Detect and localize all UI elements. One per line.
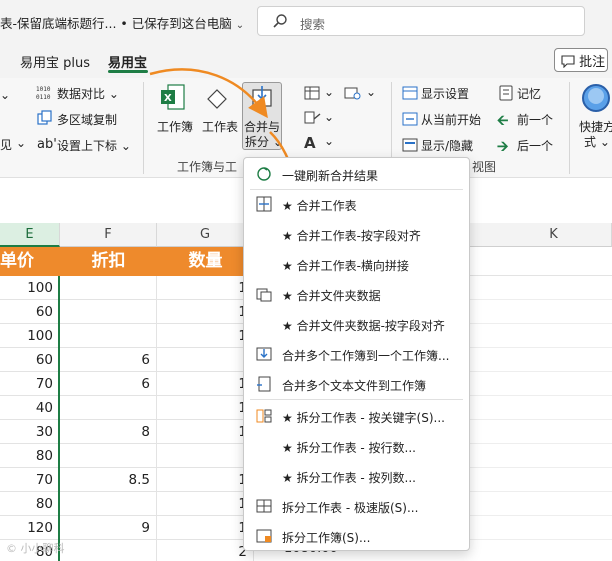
menu-item-label: ★ 拆分工作表 - 按列数... xyxy=(282,471,416,485)
merge-workbooks-icon xyxy=(256,347,272,361)
menu-item-label: ★ 合并工作表 xyxy=(282,199,357,213)
merge-sheet-icon xyxy=(256,196,272,212)
menu-item-label: ★ 拆分工作表 - 按关键字(S)... xyxy=(282,411,445,425)
menu-item-label: ★ 拆分工作表 - 按行数... xyxy=(282,441,416,455)
menu-item-label: 一键刷新合并结果 xyxy=(282,169,379,183)
menu-item-refresh[interactable]: 一键刷新合并结果 xyxy=(244,160,469,188)
menu-item-label: 拆分工作簿(S)... xyxy=(282,531,371,545)
menu-item-split-rows[interactable]: ★ 拆分工作表 - 按行数... xyxy=(244,432,469,460)
menu-item-merge-folder-field[interactable]: ★ 合并文件夹数据-按字段对齐 xyxy=(244,310,469,338)
menu-item-label: ★ 合并文件夹数据-按字段对齐 xyxy=(282,319,445,333)
menu-item-merge-sheet[interactable]: ★ 合并工作表 xyxy=(244,190,469,218)
menu-item-merge-workbooks[interactable]: 合并多个工作簿到一个工作簿... xyxy=(244,340,469,368)
merge-folder-icon xyxy=(256,288,272,302)
menu-item-merge-folder[interactable]: ★ 合并文件夹数据 xyxy=(244,280,469,308)
menu-item-split-keyword[interactable]: ★ 拆分工作表 - 按关键字(S)... xyxy=(244,402,469,430)
menu-item-merge-text[interactable]: 合并多个文本文件到工作簿 xyxy=(244,370,469,398)
menu-item-label: 合并多个工作簿到一个工作簿... xyxy=(282,349,450,363)
menu-item-label: ★ 合并工作表-按字段对齐 xyxy=(282,229,421,243)
menu-item-split-cols[interactable]: ★ 拆分工作表 - 按列数... xyxy=(244,462,469,490)
merge-text-icon xyxy=(257,376,271,392)
menu-item-label: ★ 合并工作表-横向拼接 xyxy=(282,259,409,273)
menu-item-label: 拆分工作表 - 极速版(S)... xyxy=(282,501,419,515)
menu-item-label: ★ 合并文件夹数据 xyxy=(282,289,381,303)
split-workbook-icon xyxy=(256,529,272,543)
menu-item-merge-sheet-field[interactable]: ★ 合并工作表-按字段对齐 xyxy=(244,220,469,248)
arrow-tab-to-button xyxy=(149,68,268,119)
menu-item-split-fast[interactable]: 拆分工作表 - 极速版(S)... xyxy=(244,492,469,520)
watermark: © 小小聊科 xyxy=(6,542,65,555)
refresh-icon xyxy=(257,167,271,181)
split-sheet-icon xyxy=(256,409,272,423)
menu-item-label: 合并多个文本文件到工作簿 xyxy=(282,379,427,393)
split-fast-icon xyxy=(256,499,272,513)
menu-divider xyxy=(250,399,463,400)
menu-item-merge-sheet-horizontal[interactable]: ★ 合并工作表-横向拼接 xyxy=(244,250,469,278)
merge-split-menu: 一键刷新合并结果 ★ 合并工作表 ★ 合并工作表-按字段对齐 ★ 合并工作表-横… xyxy=(243,157,470,551)
menu-item-split-workbook[interactable]: 拆分工作簿(S)... xyxy=(244,522,469,550)
